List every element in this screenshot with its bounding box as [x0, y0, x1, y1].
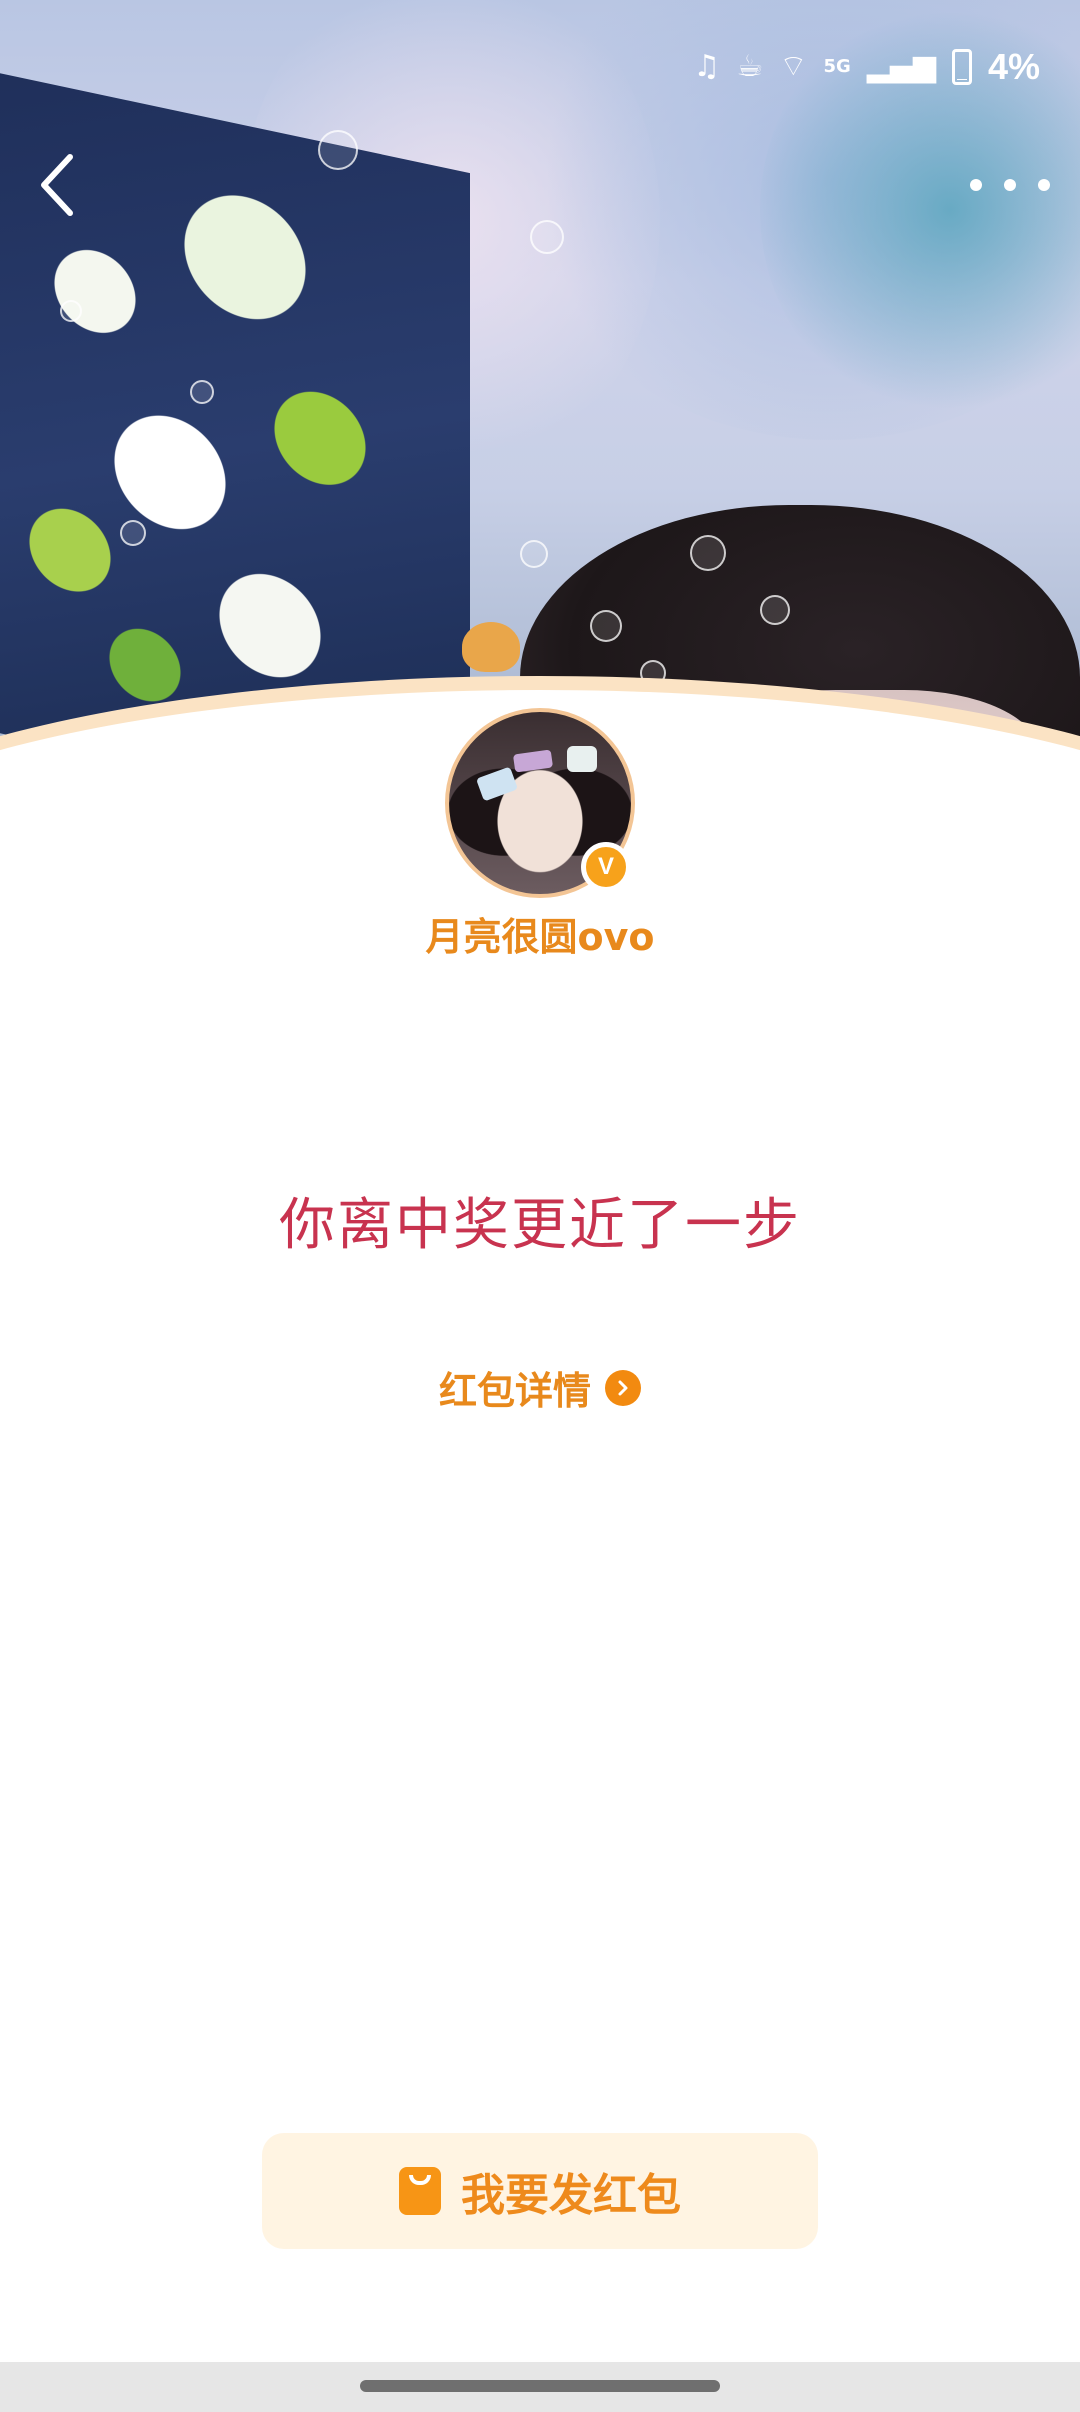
send-red-packet-button[interactable]: 我要发红包: [262, 2133, 818, 2249]
send-red-packet-label: 我要发红包: [461, 2170, 681, 2221]
bubble: [590, 610, 622, 642]
bubble: [60, 300, 82, 322]
more-horizontal-icon: [1038, 179, 1050, 191]
battery-charging-icon: [951, 49, 972, 85]
avatar-sticker: [567, 746, 597, 772]
bubble: [120, 520, 146, 546]
red-packet-result-screen: ♫ ☕ ⌔ 5G ▂▄▆ 4% V 月亮很圆ovo 你离中奖更近了一步 红包详情: [0, 0, 1080, 2412]
app-notification-icon: ☕: [736, 49, 764, 84]
bubble: [530, 220, 564, 254]
home-indicator[interactable]: [360, 2380, 720, 2392]
network-type-label: 5G: [823, 56, 851, 77]
verified-badge-icon: V: [581, 842, 631, 892]
chevron-left-icon: [41, 154, 73, 216]
signal-icon: ▂▄▆: [866, 49, 936, 84]
avatar-sticker: [512, 749, 554, 773]
red-envelope-icon: [399, 2167, 441, 2215]
bubble: [190, 380, 214, 404]
result-message: 你离中奖更近了一步: [279, 1193, 801, 1258]
battery-percentage: 4%: [987, 46, 1040, 87]
red-packet-details-link[interactable]: 红包详情: [0, 1360, 1080, 1415]
chevron-right-circle-icon: [605, 1369, 641, 1406]
more-options-button[interactable]: [970, 160, 1050, 210]
more-horizontal-icon: [1004, 179, 1016, 191]
bubble: [318, 130, 358, 170]
hero-banner-image: [0, 0, 1080, 812]
more-horizontal-icon: [970, 179, 982, 191]
status-bar: ♫ ☕ ⌔ 5G ▂▄▆ 4%: [693, 44, 1040, 90]
bubble: [640, 660, 666, 686]
bubble: [690, 535, 726, 571]
sender-username[interactable]: 月亮很圆ovo: [0, 906, 1080, 961]
bubble: [520, 540, 548, 568]
details-link-label: 红包详情: [438, 1369, 591, 1413]
wifi-icon: ⌔: [779, 49, 808, 84]
bubble: [760, 595, 790, 625]
battery-level: [956, 78, 967, 80]
toy-figure: [462, 622, 520, 672]
avatar-sticker: [475, 766, 519, 802]
back-button[interactable]: [30, 145, 90, 225]
notification-bell-icon: ♫: [693, 49, 721, 84]
